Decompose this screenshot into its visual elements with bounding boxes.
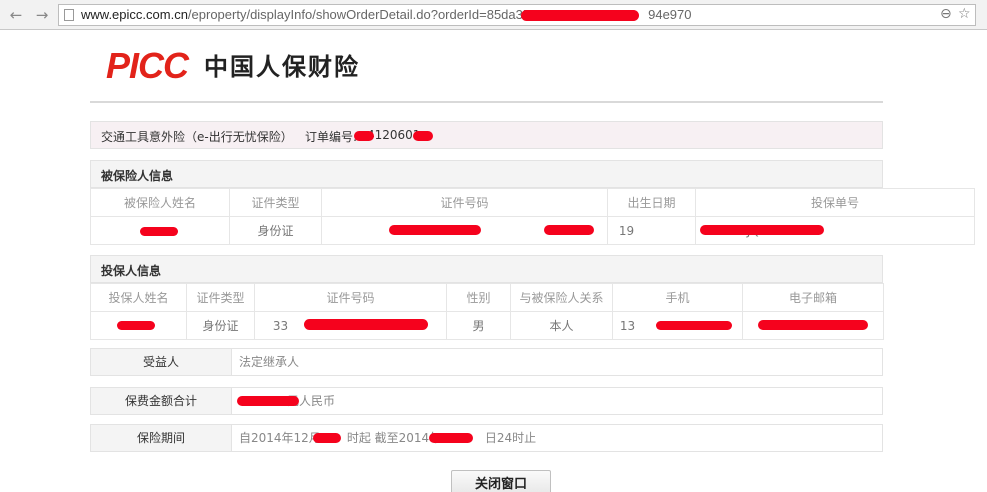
beneficiary-value: 法定继承人 — [239, 355, 300, 369]
zoom-icon[interactable]: ⊖ — [940, 6, 952, 22]
redaction-mark — [354, 131, 374, 141]
period-row: 保险期间 自2014年12月 时起 截至2014年1 日24时止 — [90, 424, 883, 452]
redaction-mark — [140, 227, 178, 236]
column-header: 投保人姓名 — [90, 283, 187, 312]
premium-label: 保费金额合计 — [91, 388, 232, 414]
column-header: 投保单号 — [695, 188, 975, 217]
redaction-mark — [758, 320, 868, 330]
forward-icon[interactable]: → — [32, 5, 52, 25]
logo-mark: PICC — [106, 45, 189, 86]
redaction-mark — [700, 225, 824, 235]
header-divider — [90, 101, 883, 103]
table-row: 身份证 3307 19 TEJQZ — [90, 216, 975, 245]
insured-table: 被保险人姓名 证件类型 证件号码 出生日期 投保单号 身份证 3307 19 T… — [90, 188, 975, 245]
beneficiary-row: 受益人 法定继承人 — [90, 348, 883, 376]
period-end: 日24时止 — [484, 431, 537, 445]
redaction-mark — [544, 225, 594, 235]
column-header: 电子邮箱 — [742, 283, 884, 312]
bookmark-star-icon[interactable]: ☆ — [958, 6, 971, 22]
redaction-mark — [413, 131, 433, 141]
redaction-mark — [389, 225, 481, 235]
beneficiary-label: 受益人 — [91, 349, 232, 375]
order-number-label: 订单编号: — [305, 130, 358, 144]
holder-section-title: 投保人信息 — [90, 255, 883, 283]
column-header: 证件号码 — [321, 188, 608, 217]
column-header: 证件类型 — [229, 188, 322, 217]
url-path: /eproperty/displayInfo/showOrderDetail.d… — [187, 7, 531, 22]
redaction-mark — [117, 321, 155, 330]
period-start: 自2014年12月 — [239, 431, 321, 445]
url-tail: 94e970 — [648, 7, 692, 22]
holder-id-type: 身份证 — [186, 311, 255, 340]
premium-row: 保费金额合计 元人民币 — [90, 387, 883, 415]
holder-gender: 男 — [446, 311, 511, 340]
redaction-mark — [656, 321, 732, 330]
holder-table: 投保人姓名 证件类型 证件号码 性别 与被保险人关系 手机 电子邮箱 身份证 3… — [90, 283, 884, 340]
order-summary-bar: 交通工具意外险（e-出行无忧保险） 订单编号: 4120601 — [90, 121, 883, 149]
column-header: 手机 — [612, 283, 743, 312]
redaction-mark — [304, 319, 428, 330]
table-header-row: 被保险人姓名 证件类型 证件号码 出生日期 投保单号 — [90, 188, 975, 217]
company-name: 中国人保财险 — [204, 53, 360, 81]
column-header: 证件号码 — [254, 283, 447, 312]
column-header: 性别 — [446, 283, 511, 312]
redaction-mark — [429, 433, 473, 443]
insured-birth-date: 19 — [607, 216, 696, 245]
address-bar[interactable]: www.epicc.com.cn/eproperty/displayInfo/s… — [58, 4, 976, 26]
insured-id-type: 身份证 — [229, 216, 322, 245]
redaction-mark — [237, 396, 299, 406]
insured-section-title: 被保险人信息 — [90, 160, 883, 188]
url-host: www.epicc.com.cn — [81, 7, 188, 22]
product-name: 交通工具意外险（e-出行无忧保险） — [101, 130, 293, 144]
column-header: 证件类型 — [186, 283, 255, 312]
browser-toolbar: ← → www.epicc.com.cn/eproperty/displayIn… — [0, 0, 987, 30]
page-icon — [64, 9, 74, 21]
period-label: 保险期间 — [91, 425, 232, 451]
close-window-button[interactable]: 关闭窗口 — [451, 470, 551, 492]
column-header: 出生日期 — [607, 188, 696, 217]
period-value: 自2014年12月 时起 截至2014年1 日24时止 — [239, 425, 536, 451]
column-header: 被保险人姓名 — [90, 188, 230, 217]
column-header: 与被保险人关系 — [510, 283, 613, 312]
redaction-mark — [313, 433, 341, 443]
back-icon[interactable]: ← — [6, 5, 26, 25]
holder-relation: 本人 — [510, 311, 613, 340]
redaction-mark — [521, 10, 639, 21]
table-header-row: 投保人姓名 证件类型 证件号码 性别 与被保险人关系 手机 电子邮箱 — [90, 283, 884, 312]
